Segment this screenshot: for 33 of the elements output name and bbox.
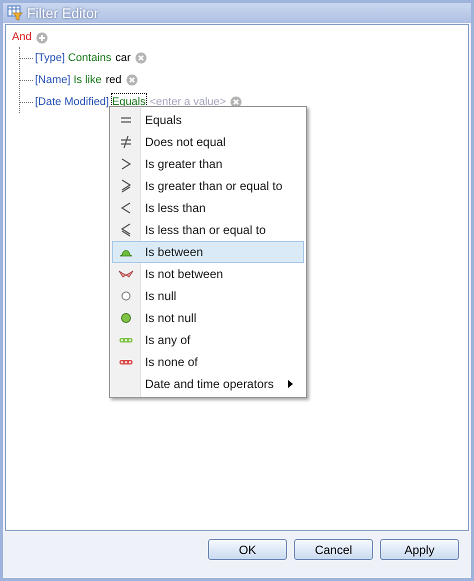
filled-circle-icon xyxy=(118,310,134,326)
condition-operator[interactable]: Is like xyxy=(73,72,102,88)
menu-item[interactable]: Is none of xyxy=(112,351,304,373)
filter-table-icon xyxy=(7,5,23,21)
condition-operator[interactable]: Contains xyxy=(68,50,112,66)
remove-icon[interactable] xyxy=(126,74,138,86)
menu-item[interactable]: Date and time operators xyxy=(112,373,304,395)
not-equal-icon xyxy=(118,134,134,150)
menu-item[interactable]: Is between xyxy=(112,241,304,263)
menu-item[interactable]: Is less than or equal to xyxy=(112,219,304,241)
field-name[interactable]: [Date Modified] xyxy=(35,94,109,110)
window-title: Filter Editor xyxy=(27,4,99,22)
menu-item[interactable]: Does not equal xyxy=(112,131,304,153)
add-icon[interactable] xyxy=(36,32,48,44)
dialog-button[interactable]: Apply xyxy=(380,539,459,560)
field-name[interactable]: [Type] xyxy=(35,50,65,66)
menu-item[interactable]: Is null xyxy=(112,285,304,307)
dialog-button[interactable]: OK xyxy=(208,539,287,560)
menu-item[interactable]: Is not between xyxy=(112,263,304,285)
menu-item[interactable]: Is greater than xyxy=(112,153,304,175)
condition-value[interactable]: red xyxy=(106,72,122,88)
menu-item[interactable]: Is less than xyxy=(112,197,304,219)
menu-item[interactable]: Is not null xyxy=(112,307,304,329)
menu-item[interactable]: Equals xyxy=(112,109,304,131)
condition-value[interactable]: car xyxy=(115,50,131,66)
menu-item[interactable]: Is greater than or equal to xyxy=(112,175,304,197)
dialog-button[interactable]: Cancel xyxy=(294,539,373,560)
field-name[interactable]: [Name] xyxy=(35,72,70,88)
submenu-arrow-icon xyxy=(288,380,293,388)
condition-operator[interactable]: Equals xyxy=(112,94,146,110)
remove-icon[interactable] xyxy=(134,52,147,64)
group-operator[interactable]: And xyxy=(12,29,32,46)
menu-item[interactable]: Is any of xyxy=(112,329,304,351)
